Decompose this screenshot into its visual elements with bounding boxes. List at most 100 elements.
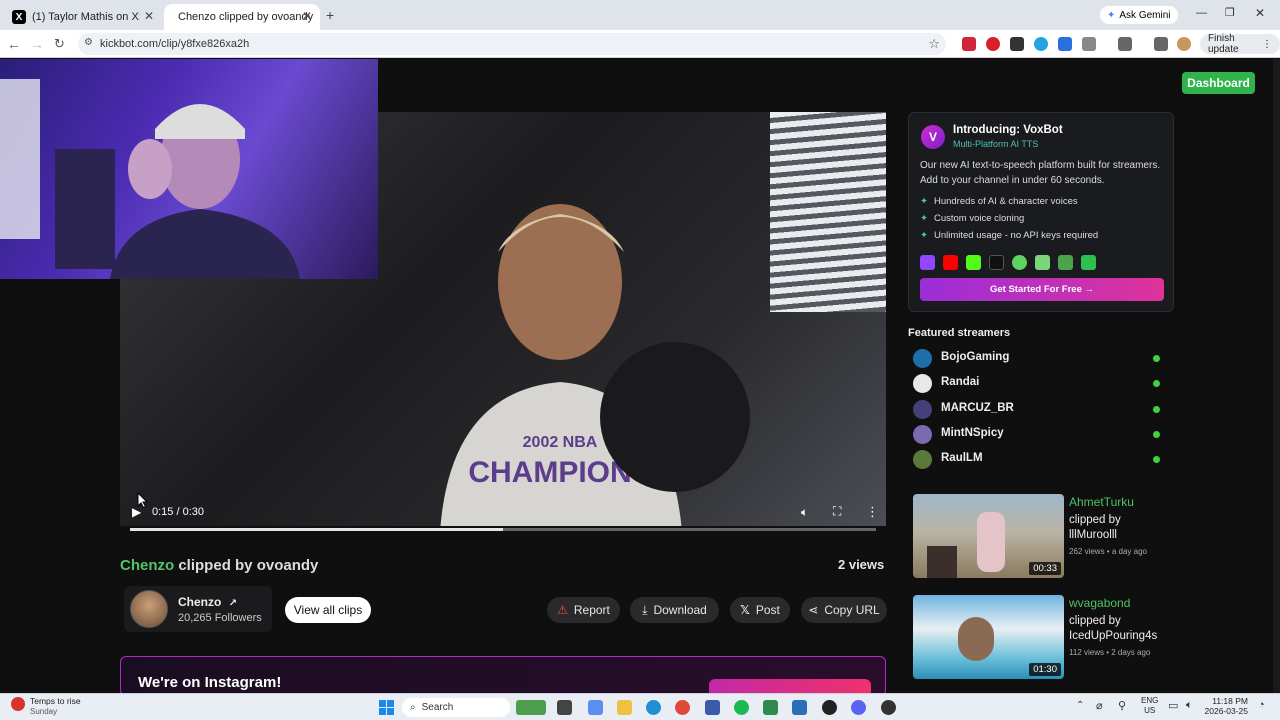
- channel-avatar[interactable]: [130, 590, 168, 628]
- media-control-icon[interactable]: [1154, 37, 1168, 51]
- post-label: Post: [755, 603, 780, 617]
- clip-streamer-link[interactable]: Chenzo: [120, 557, 174, 574]
- volume-tray-icon[interactable]: 🔈︎: [1186, 699, 1193, 712]
- tab-chenzo-clip[interactable]: Chenzo clipped by ovoandy ✕: [164, 4, 320, 30]
- related-clip-card[interactable]: 01:30 wvagabond clipped by IcedUpPouring…: [913, 595, 1173, 681]
- app-icon[interactable]: [763, 700, 778, 715]
- instagram-follow-button[interactable]: [709, 679, 871, 693]
- channel-card[interactable]: Chenzo ↗ 20,265 Followers: [124, 586, 272, 632]
- extension-icon[interactable]: [962, 37, 976, 51]
- share-icon: ⋖: [808, 603, 819, 617]
- address-bar[interactable]: ⚙ kickbot.com/clip/y8fxe826xa2h ☆: [78, 33, 946, 55]
- promo-feature: ✦ Unlimited usage - no API keys required: [920, 230, 1098, 241]
- related-clip-card[interactable]: 00:33 AhmetTurku clipped by lllMuroolll …: [913, 494, 1173, 580]
- app-icon[interactable]: [822, 700, 837, 715]
- volume-icon[interactable]: 🔈︎: [801, 505, 808, 520]
- instagram-banner[interactable]: We're on Instagram!: [120, 656, 886, 693]
- chrome-icon[interactable]: [675, 700, 690, 715]
- language-indicator[interactable]: ENG US: [1141, 696, 1158, 716]
- edge-icon[interactable]: [646, 700, 661, 715]
- clip-views: 2 views: [838, 557, 885, 572]
- thumbnail-figure: [977, 512, 1005, 572]
- promo-feature-text: Custom voice cloning: [933, 213, 1025, 224]
- new-tab-icon[interactable]: +: [326, 7, 334, 23]
- close-tab-icon[interactable]: ✕: [144, 9, 154, 23]
- extension-icon[interactable]: [986, 37, 1000, 51]
- clip-thumbnail[interactable]: 00:33: [913, 494, 1064, 578]
- app-icon[interactable]: [705, 700, 720, 715]
- restore-icon[interactable]: ❐: [1225, 6, 1235, 19]
- site-info-icon[interactable]: ⚙: [84, 37, 93, 48]
- post-to-x-button[interactable]: 𝕏 Post: [730, 597, 790, 623]
- dashboard-button[interactable]: Dashboard: [1182, 72, 1255, 94]
- copy-url-button[interactable]: ⋖ Copy URL: [801, 597, 887, 623]
- extension-icon[interactable]: [1010, 37, 1024, 51]
- video-more-icon[interactable]: ⋮: [866, 504, 879, 520]
- clock[interactable]: 11:18 PM 2026-03-25: [1204, 696, 1248, 716]
- reload-icon[interactable]: ↻: [54, 36, 65, 52]
- clip-meta: 112 views • 2 days ago: [1069, 648, 1151, 657]
- featured-streamer-item[interactable]: BojoGaming: [913, 348, 1165, 368]
- extensions-puzzle-icon[interactable]: [1082, 37, 1096, 51]
- clip-streamer-name[interactable]: wvagabond: [1069, 596, 1130, 610]
- copilot-icon[interactable]: [588, 700, 603, 715]
- close-tab-icon[interactable]: ✕: [302, 9, 312, 23]
- microphone-icon[interactable]: ⚲: [1118, 699, 1126, 712]
- windows-start-icon[interactable]: [379, 700, 394, 715]
- extension-icon[interactable]: [1034, 37, 1048, 51]
- forward-icon[interactable]: →: [30, 36, 44, 52]
- finish-update-button[interactable]: Finish update ⋮: [1200, 33, 1280, 55]
- clip-clipped-by: clipped by IcedUpPouring4s: [1069, 615, 1158, 642]
- featured-streamer-item[interactable]: MintNSpicy: [913, 424, 1165, 444]
- sparkle-icon: ✦: [920, 230, 928, 241]
- ask-gemini-button[interactable]: ✦ Ask Gemini: [1100, 6, 1178, 24]
- featured-streamer-item[interactable]: RaulLM: [913, 449, 1165, 469]
- taskbar-search[interactable]: ⌕ Search: [402, 698, 510, 717]
- close-window-icon[interactable]: ✕: [1255, 6, 1265, 20]
- tab-taylor-mathis[interactable]: X (1) Taylor Mathis on X: "HAPPY ✕: [4, 4, 162, 30]
- profile-avatar-icon[interactable]: [1177, 37, 1191, 51]
- sparkle-icon: ✦: [920, 196, 928, 207]
- report-button[interactable]: ⚠ Report: [547, 597, 620, 623]
- promo-body: Our new AI text-to-speech platform built…: [920, 160, 1161, 186]
- promo-subtitle: Multi-Platform AI TTS: [953, 139, 1039, 149]
- tray-chevron-icon[interactable]: ⌃: [1076, 700, 1084, 711]
- clip-streamer-name[interactable]: AhmetTurku: [1069, 495, 1134, 509]
- featured-streamer-item[interactable]: Randai: [913, 373, 1165, 393]
- weather-alert-icon[interactable]: [11, 697, 25, 711]
- tray-icon[interactable]: ⌀: [1096, 699, 1103, 712]
- page-scrollbar[interactable]: [1273, 59, 1280, 693]
- extension-icon[interactable]: [1058, 37, 1072, 51]
- clip-thumbnail[interactable]: 01:30: [913, 595, 1064, 679]
- featured-streamer-item[interactable]: MARCUZ_BR: [913, 399, 1165, 419]
- network-icon[interactable]: ▭: [1168, 699, 1178, 712]
- tab-search-icon[interactable]: [1118, 37, 1132, 51]
- file-explorer-icon[interactable]: [617, 700, 632, 715]
- bookmark-star-icon[interactable]: ☆: [928, 36, 940, 52]
- tiktok-icon: [989, 255, 1004, 270]
- discord-icon[interactable]: [851, 700, 866, 715]
- clock-date: 2026-03-25: [1204, 706, 1248, 716]
- app-icon[interactable]: [881, 700, 896, 715]
- minimize-icon[interactable]: —: [1196, 7, 1207, 19]
- clip-title: Chenzo clipped by ovoandy: [120, 557, 318, 574]
- search-label: Search: [421, 702, 454, 713]
- download-button[interactable]: ⤓ Download: [630, 597, 719, 623]
- streamer-avatar: [913, 450, 932, 469]
- online-indicator: [1153, 456, 1160, 463]
- channel-name: Chenzo: [178, 595, 222, 609]
- back-icon[interactable]: ←: [7, 36, 21, 52]
- weather-title[interactable]: Temps to rise: [30, 696, 81, 706]
- view-all-clips-button[interactable]: View all clips: [285, 597, 371, 623]
- app-icon[interactable]: [792, 700, 807, 715]
- notifications-icon[interactable]: ◔: [1258, 699, 1265, 711]
- task-view-icon[interactable]: [557, 700, 572, 715]
- search-highlight-icon[interactable]: [516, 700, 546, 715]
- fullscreen-icon[interactable]: ⛶: [833, 504, 841, 519]
- channel-name-row[interactable]: Chenzo ↗: [178, 595, 237, 609]
- promo-feature: ✦ Hundreds of AI & character voices: [920, 196, 1078, 207]
- spotify-icon[interactable]: [734, 700, 749, 715]
- lang-top: ENG: [1141, 696, 1159, 705]
- get-started-button[interactable]: Get Started For Free →: [920, 278, 1164, 301]
- clock-time: 11:18 PM: [1212, 696, 1248, 706]
